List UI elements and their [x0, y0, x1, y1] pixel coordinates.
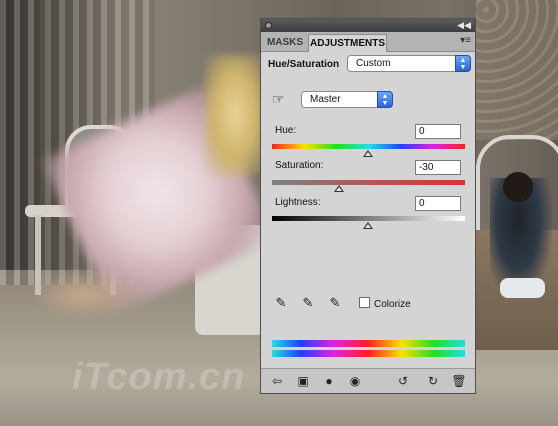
lightness-label: Lightness: [275, 197, 321, 208]
saturation-input[interactable]: -30 [415, 160, 461, 175]
panel-menu-icon[interactable]: ▾≡ [460, 35, 471, 46]
view-previous-icon[interactable]: ↺ [395, 373, 411, 389]
adjustments-panel: ◀◀ MASKS ADJUSTMENTS ▾≡ Hue/Saturation C… [260, 18, 476, 394]
reset-icon[interactable]: ↻ [425, 373, 441, 389]
hue-label: Hue: [275, 125, 297, 136]
collapse-icon[interactable]: ◀◀ [457, 19, 471, 32]
eyedropper-plus-icon[interactable]: ✎ [300, 295, 316, 311]
targeted-adjustment-hand-icon[interactable]: ☞ [272, 90, 290, 108]
panel-footer: ⇦ ▣ ● ◉ ↺ ↻ 🗑 [261, 368, 475, 393]
close-icon[interactable] [265, 22, 272, 29]
checkbox-icon [359, 297, 370, 308]
hue-slider-track[interactable] [272, 144, 465, 149]
panel-tabs: MASKS ADJUSTMENTS ▾≡ [261, 32, 475, 52]
preset-select[interactable]: Custom ▲ ▼ [347, 55, 471, 72]
floating-girl-hair [205, 55, 265, 175]
adjustment-title: Hue/Saturation [268, 59, 340, 70]
eyedropper-icon[interactable]: ✎ [273, 295, 289, 311]
hue-slider-thumb[interactable] [363, 150, 373, 157]
floating-girl-legs [30, 270, 140, 320]
updown-arrow-icon: ▲ ▼ [455, 55, 471, 72]
saturation-slider-thumb[interactable] [334, 185, 344, 192]
colorize-checkbox[interactable]: Colorize [359, 297, 411, 310]
output-color-bar [272, 350, 465, 357]
lightness-slider-thumb[interactable] [363, 222, 373, 229]
back-arrow-icon[interactable]: ⇦ [269, 373, 285, 389]
curtain-left [0, 0, 40, 285]
expand-view-icon[interactable]: ▣ [295, 373, 311, 389]
hue-input[interactable]: 0 [415, 124, 461, 139]
watermark: iTcom.cn [72, 356, 246, 398]
lightness-input[interactable]: 0 [415, 196, 461, 211]
input-color-bar [272, 340, 465, 347]
tab-adjustments[interactable]: ADJUSTMENTS [308, 34, 387, 52]
channel-value: Master [310, 94, 341, 105]
visibility-eye-icon[interactable]: ◉ [347, 373, 363, 389]
preset-value: Custom [356, 58, 391, 69]
saturation-label: Saturation: [275, 160, 324, 171]
clip-to-layer-icon[interactable]: ● [321, 373, 337, 389]
boy-shoes [500, 278, 545, 298]
panel-titlebar[interactable]: ◀◀ [261, 19, 475, 32]
saturation-slider-track[interactable] [272, 180, 465, 185]
boy-head [503, 172, 533, 202]
eyedropper-minus-icon[interactable]: ✎ [327, 295, 343, 311]
trash-icon[interactable]: 🗑 [451, 373, 467, 389]
channel-select[interactable]: Master ▲ ▼ [301, 91, 393, 108]
colorize-label: Colorize [374, 299, 411, 310]
wallpaper-right [476, 0, 558, 140]
tab-masks[interactable]: MASKS [263, 34, 307, 52]
updown-arrow-icon: ▲ ▼ [377, 91, 393, 108]
lightness-slider-track[interactable] [272, 216, 465, 221]
